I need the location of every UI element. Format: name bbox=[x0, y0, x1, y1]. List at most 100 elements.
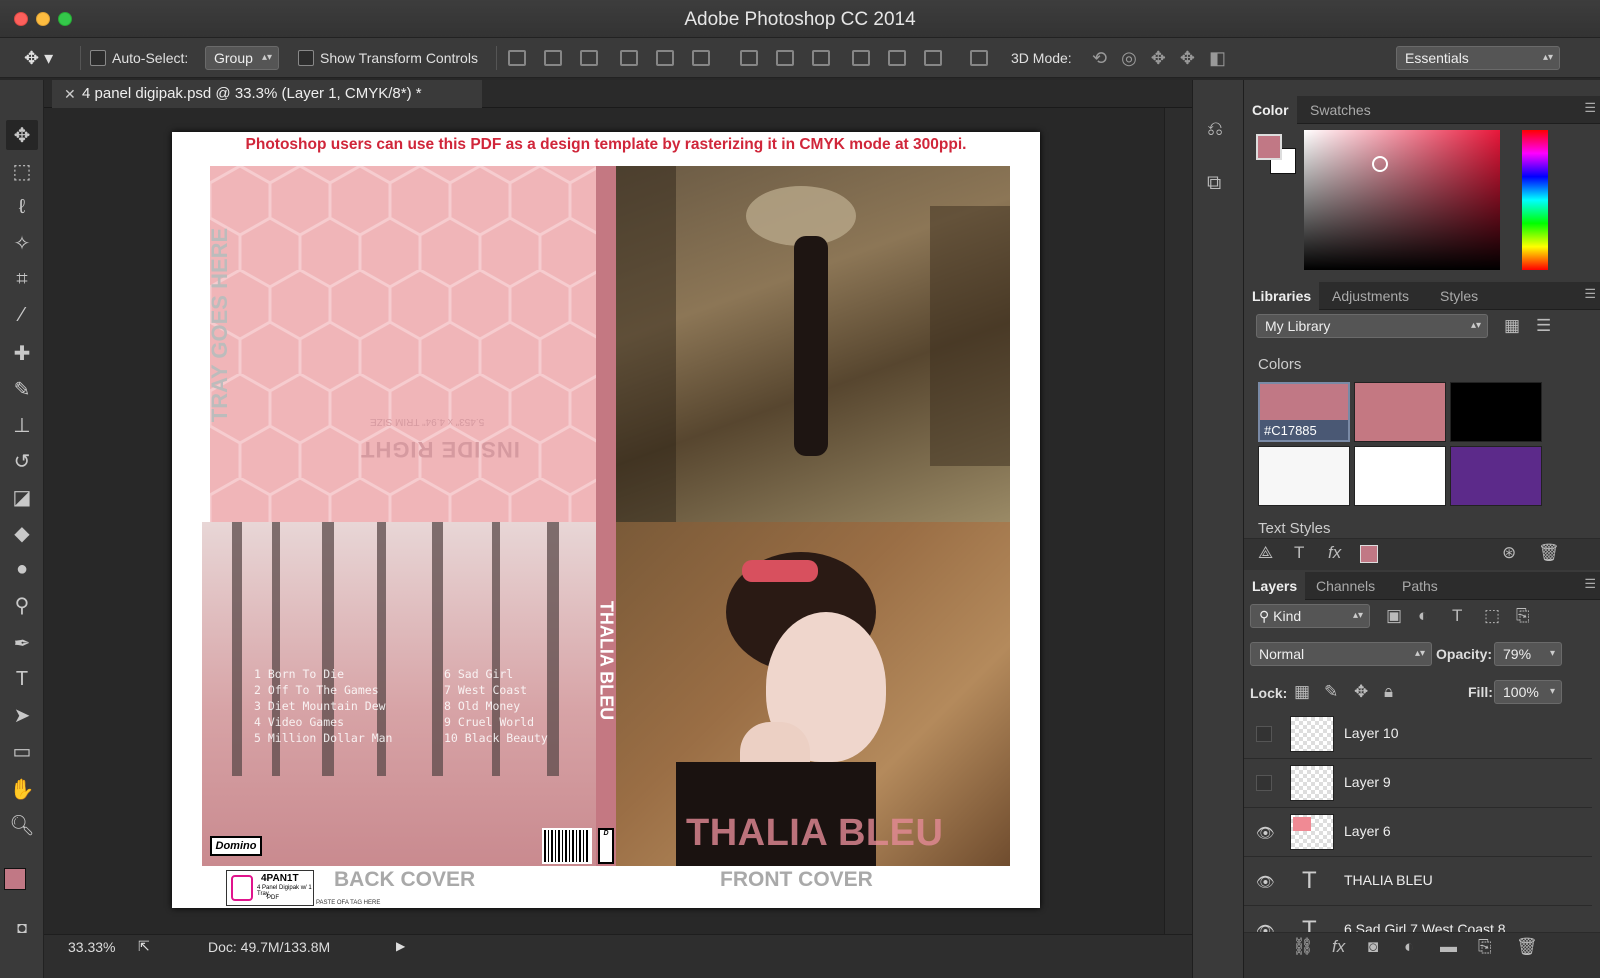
foreground-color-well[interactable] bbox=[1256, 134, 1282, 160]
foreground-color-swatch[interactable] bbox=[4, 868, 26, 890]
workspace-dropdown[interactable]: Essentials ▴▾ bbox=[1396, 46, 1560, 70]
distribute-left-icon[interactable] bbox=[852, 50, 870, 66]
add-layer-style-icon[interactable]: fx bbox=[1328, 543, 1341, 563]
chevron-down-icon[interactable]: ▾ bbox=[1550, 681, 1555, 703]
visibility-toggle[interactable] bbox=[1256, 775, 1272, 791]
type-tool-icon[interactable]: T bbox=[6, 664, 38, 694]
3d-mode-icons[interactable]: ⟲◎✥✥◧ bbox=[1092, 47, 1240, 69]
filter-shape-icon[interactable]: ⬚ bbox=[1484, 606, 1500, 626]
move-tool-preset-icon[interactable]: ✥ ▾ bbox=[24, 47, 53, 69]
healing-brush-tool-icon[interactable]: ✚ bbox=[6, 338, 38, 368]
library-swatch[interactable] bbox=[1354, 446, 1446, 506]
new-group-icon[interactable]: ▬ bbox=[1440, 937, 1457, 957]
link-layers-icon[interactable]: ⛓︎ bbox=[1292, 937, 1314, 957]
opacity-field[interactable]: 79% ▾ bbox=[1494, 642, 1562, 666]
creative-cloud-icon[interactable]: ⊛ bbox=[1502, 543, 1516, 563]
adjustment-layer-icon[interactable]: ◐ bbox=[1404, 937, 1414, 957]
zoom-tool-icon[interactable]: 🔍︎ bbox=[6, 810, 38, 840]
grid-view-icon[interactable]: ▦ bbox=[1504, 316, 1520, 336]
library-dropdown[interactable]: My Library ▴▾ bbox=[1256, 314, 1488, 338]
layer-row[interactable]: 👁︎ T THALIA BLEU bbox=[1244, 857, 1592, 906]
lock-pixels-icon[interactable]: ✎ bbox=[1324, 682, 1338, 702]
delete-layer-icon[interactable]: 🗑︎ bbox=[1516, 937, 1538, 957]
share-icon[interactable]: ⇱ bbox=[138, 938, 150, 955]
tab-libraries[interactable]: Libraries bbox=[1244, 282, 1320, 310]
history-panel-icon[interactable]: ⎌ bbox=[1207, 118, 1223, 141]
canvas-area[interactable]: Photoshop users can use this PDF as a de… bbox=[44, 108, 1164, 934]
lasso-tool-icon[interactable]: ℓ bbox=[6, 192, 38, 222]
auto-select-option[interactable]: Auto-Select: bbox=[90, 47, 188, 69]
auto-align-layers-icon[interactable] bbox=[970, 50, 988, 66]
filter-adjustment-icon[interactable]: ◐ bbox=[1418, 606, 1428, 626]
auto-select-dropdown[interactable]: Group ▴▾ bbox=[205, 46, 279, 70]
blur-tool-icon[interactable]: ● bbox=[6, 554, 38, 584]
color-picker-cursor-icon[interactable] bbox=[1372, 156, 1388, 172]
filter-pixel-icon[interactable]: ▣ bbox=[1386, 606, 1402, 626]
distribute-top-icon[interactable] bbox=[740, 50, 758, 66]
trash-icon[interactable]: 🗑︎ bbox=[1538, 543, 1560, 563]
layer-row[interactable]: 👁︎ Layer 6 bbox=[1244, 808, 1592, 857]
distribute-horizontal-center-icon[interactable] bbox=[888, 50, 906, 66]
eyedropper-tool-icon[interactable]: ⁄ bbox=[6, 300, 38, 330]
distribute-bottom-icon[interactable] bbox=[812, 50, 830, 66]
panel-menu-icon[interactable]: ☰ bbox=[1584, 286, 1596, 302]
lock-all-icon[interactable]: 🔒︎ bbox=[1384, 682, 1393, 702]
hand-tool-icon[interactable]: ✋ bbox=[6, 774, 38, 804]
move-tool-icon[interactable]: ✥ bbox=[6, 120, 38, 150]
tab-swatches[interactable]: Swatches bbox=[1302, 96, 1379, 124]
add-graphic-icon[interactable]: ⟁ bbox=[1258, 543, 1273, 563]
tab-layers[interactable]: Layers bbox=[1244, 572, 1306, 600]
layer-row[interactable]: Layer 9 bbox=[1244, 759, 1592, 808]
fill-field[interactable]: 100% ▾ bbox=[1494, 680, 1562, 704]
library-swatch[interactable] bbox=[1450, 382, 1542, 442]
document-page[interactable]: Photoshop users can use this PDF as a de… bbox=[172, 132, 1040, 908]
close-tab-icon[interactable]: ✕ bbox=[64, 80, 76, 108]
document-tab[interactable]: ✕ 4 panel digipak.psd @ 33.3% (Layer 1, … bbox=[52, 80, 482, 108]
show-transform-checkbox[interactable] bbox=[298, 50, 314, 66]
panel-menu-icon[interactable]: ☰ bbox=[1584, 576, 1596, 592]
tab-channels[interactable]: Channels bbox=[1308, 572, 1383, 600]
add-text-style-icon[interactable]: T bbox=[1294, 543, 1304, 563]
library-swatch[interactable] bbox=[1258, 446, 1350, 506]
magic-wand-tool-icon[interactable]: ✧ bbox=[6, 228, 38, 258]
align-left-icon[interactable] bbox=[620, 50, 638, 66]
history-brush-tool-icon[interactable]: ↺ bbox=[6, 446, 38, 476]
distribute-vertical-center-icon[interactable] bbox=[776, 50, 794, 66]
tab-color[interactable]: Color bbox=[1244, 96, 1297, 124]
new-layer-icon[interactable]: ⎘ bbox=[1478, 937, 1492, 957]
status-menu-arrow-icon[interactable]: ▶ bbox=[396, 939, 405, 953]
paint-bucket-tool-icon[interactable]: ◆ bbox=[6, 518, 38, 548]
crop-tool-icon[interactable]: ⌗ bbox=[6, 264, 38, 294]
brush-tool-icon[interactable]: ✎ bbox=[6, 374, 38, 404]
align-vertical-center-icon[interactable] bbox=[544, 50, 562, 66]
library-swatch[interactable]: #C17885 bbox=[1258, 382, 1350, 442]
3d-panel-icon[interactable]: ⧉ bbox=[1207, 172, 1221, 195]
lock-transparency-icon[interactable]: ▦ bbox=[1294, 682, 1310, 702]
vertical-scrollbar[interactable] bbox=[1164, 108, 1192, 934]
blend-mode-dropdown[interactable]: Normal ▴▾ bbox=[1250, 642, 1432, 666]
eye-icon[interactable]: 👁︎ bbox=[1256, 873, 1275, 891]
tab-adjustments[interactable]: Adjustments bbox=[1324, 282, 1417, 310]
panel-menu-icon[interactable]: ☰ bbox=[1584, 100, 1596, 116]
color-field[interactable] bbox=[1304, 130, 1500, 270]
tab-paths[interactable]: Paths bbox=[1394, 572, 1446, 600]
clone-stamp-tool-icon[interactable]: ⊥ bbox=[6, 410, 38, 440]
add-mask-icon[interactable]: ◙ bbox=[1368, 937, 1378, 957]
rectangle-tool-icon[interactable]: ▭ bbox=[6, 736, 38, 766]
dodge-tool-icon[interactable]: ⚲ bbox=[6, 590, 38, 620]
chevron-down-icon[interactable]: ▾ bbox=[1550, 643, 1555, 665]
distribute-right-icon[interactable] bbox=[924, 50, 942, 66]
align-bottom-icon[interactable] bbox=[580, 50, 598, 66]
eye-icon[interactable]: 👁︎ bbox=[1256, 824, 1275, 842]
align-horizontal-center-icon[interactable] bbox=[656, 50, 674, 66]
align-top-icon[interactable] bbox=[508, 50, 526, 66]
add-layer-style-icon[interactable]: fx bbox=[1332, 937, 1345, 957]
path-selection-tool-icon[interactable]: ➤ bbox=[6, 700, 38, 730]
auto-select-checkbox[interactable] bbox=[90, 50, 106, 66]
pen-tool-icon[interactable]: ✒ bbox=[6, 628, 38, 658]
show-transform-option[interactable]: Show Transform Controls bbox=[298, 47, 478, 69]
quick-mask-icon[interactable]: ◘ bbox=[6, 914, 38, 944]
zoom-level[interactable]: 33.33% bbox=[68, 939, 115, 955]
marquee-tool-icon[interactable]: ⬚ bbox=[6, 156, 38, 186]
filter-type-icon[interactable]: T bbox=[1452, 606, 1462, 626]
